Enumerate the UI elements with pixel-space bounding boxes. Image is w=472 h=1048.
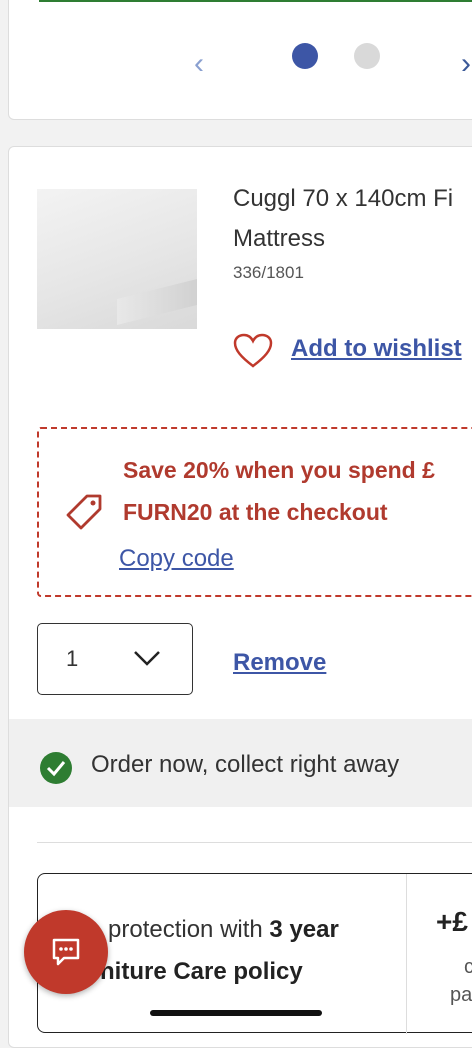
product-title-line1: Cuggl 70 x 140cm Fi xyxy=(233,185,454,212)
chevron-left-icon[interactable]: ‹ xyxy=(194,49,204,79)
care-policy-price: +£ xyxy=(436,906,468,937)
care-policy-separator xyxy=(406,874,407,1034)
chat-icon xyxy=(52,938,80,966)
carousel-dot-active[interactable] xyxy=(292,43,318,69)
product-sku: 336/1801 xyxy=(233,263,304,282)
divider xyxy=(37,842,472,843)
product-title-line2: Mattress xyxy=(233,225,326,252)
care-policy-note-1: c xyxy=(464,956,472,979)
heart-icon[interactable] xyxy=(233,333,273,369)
promo-text-line1: Save 20% when you spend £ xyxy=(123,457,435,483)
tag-icon xyxy=(66,494,102,530)
care-policy-note-2: pa xyxy=(450,984,472,1006)
carousel-top-border xyxy=(39,0,472,2)
remove-link[interactable]: Remove xyxy=(233,649,326,677)
chat-button[interactable] xyxy=(24,910,108,994)
chevron-right-icon[interactable]: › xyxy=(461,49,471,79)
promo-box: Save 20% when you spend £ FURN20 at the … xyxy=(37,427,472,597)
order-status-bar: Order now, collect right away xyxy=(9,719,472,807)
quantity-select[interactable]: 1 xyxy=(37,623,193,695)
chevron-down-icon xyxy=(134,651,160,666)
product-image[interactable] xyxy=(37,189,197,329)
copy-code-link[interactable]: Copy code xyxy=(119,545,234,573)
check-circle-icon xyxy=(40,752,72,784)
care-policy-line2: niture Care policy xyxy=(100,958,303,985)
promo-text-line2: FURN20 at the checkout xyxy=(123,499,388,525)
add-to-wishlist-link[interactable]: Add to wishlist xyxy=(291,335,462,363)
image-carousel: ‹ › xyxy=(8,0,472,120)
product-title[interactable]: Cuggl 70 x 140cm Fi Mattress xyxy=(233,179,472,259)
order-status-text: Order now, collect right away xyxy=(91,751,400,778)
care-policy-line1: protection with 3 year xyxy=(108,916,339,943)
carousel-dot-inactive[interactable] xyxy=(354,43,380,69)
quantity-value: 1 xyxy=(66,646,79,671)
home-indicator xyxy=(150,1010,322,1016)
